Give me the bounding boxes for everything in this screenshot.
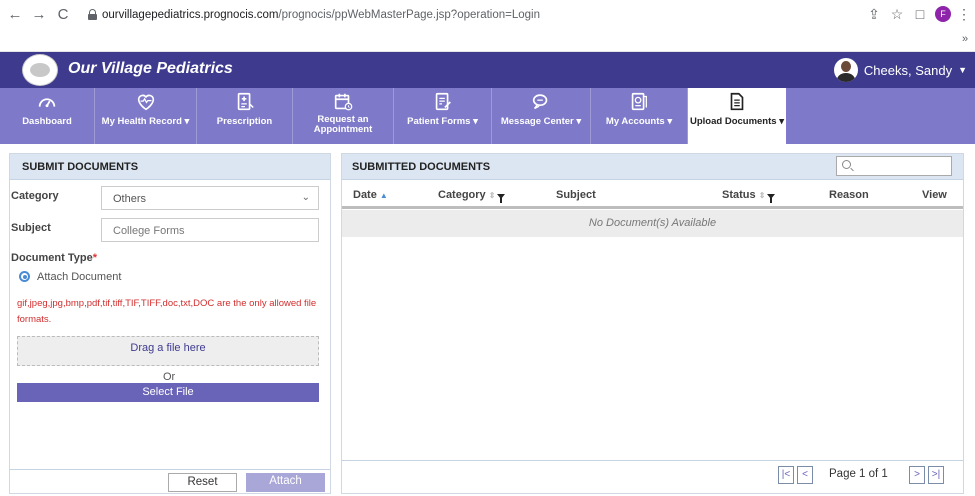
- form-footer-divider: [10, 469, 330, 470]
- empty-table-message: No Document(s) Available: [342, 210, 963, 237]
- upload-document-icon: [730, 92, 744, 111]
- nav-upload-documents[interactable]: Upload Documents ▾: [688, 88, 786, 144]
- nav-my-health-record[interactable]: My Health Record ▾: [95, 88, 197, 144]
- nav-message-center[interactable]: Message Center ▾: [492, 88, 591, 144]
- bookmarks-overflow-icon[interactable]: »: [962, 33, 968, 45]
- page-indicator: Page 1 of 1: [829, 468, 888, 480]
- forward-icon[interactable]: →: [31, 6, 47, 24]
- share-icon[interactable]: ⇪: [865, 5, 883, 23]
- sort-icon: ⇕: [488, 191, 496, 200]
- avatar: [833, 58, 858, 82]
- category-label: Category: [11, 190, 59, 202]
- app-header: Our Village Pediatrics Cheeks, Sandy ▼: [0, 52, 975, 88]
- gauge-icon: [38, 98, 56, 108]
- search-icon: [842, 160, 851, 169]
- practice-name: Our Village Pediatrics: [68, 60, 233, 77]
- user-name: Cheeks, Sandy: [863, 62, 953, 78]
- column-category[interactable]: Category ⇕: [438, 189, 506, 203]
- attach-document-label[interactable]: Attach Document: [37, 271, 121, 283]
- search-input[interactable]: [836, 156, 952, 176]
- chevron-down-icon: ▼: [958, 65, 967, 75]
- filter-icon[interactable]: [497, 194, 506, 203]
- profile-icon[interactable]: F: [935, 6, 951, 22]
- nav-dashboard[interactable]: Dashboard: [0, 88, 95, 144]
- main-nav: Dashboard My Health Record ▾ Prescriptio…: [0, 88, 975, 144]
- chevron-down-icon: ⌄: [301, 192, 310, 203]
- browser-toolbar: ← → C ourvillagepediatrics.prognocis.com…: [0, 0, 975, 52]
- nav-request-appointment[interactable]: Request an Appointment: [293, 88, 394, 144]
- prescription-icon: [237, 92, 254, 111]
- submitted-documents-title: SUBMITTED DOCUMENTS: [352, 161, 491, 173]
- attach-document-radio[interactable]: [19, 271, 30, 282]
- sort-icon: ⇕: [758, 191, 766, 200]
- user-menu[interactable]: Cheeks, Sandy ▼: [833, 56, 967, 84]
- sort-ascending-icon: ▲: [379, 191, 388, 200]
- chrome-menu-icon[interactable]: ⋮: [955, 5, 973, 23]
- next-page-icon[interactable]: >: [909, 466, 925, 484]
- column-reason[interactable]: Reason: [829, 189, 869, 201]
- table-header-rule: [342, 206, 963, 209]
- bookmark-star-icon[interactable]: ☆: [888, 5, 906, 23]
- last-page-icon[interactable]: >|: [928, 466, 944, 484]
- column-status[interactable]: Status ⇕: [722, 189, 776, 203]
- chat-icon: [532, 94, 548, 110]
- back-icon[interactable]: ←: [7, 6, 23, 24]
- appointment-label-line2: Appointment: [313, 124, 373, 135]
- filter-icon[interactable]: [767, 194, 776, 203]
- file-dropzone[interactable]: Drag a file here: [17, 336, 319, 366]
- nav-prescription[interactable]: Prescription: [197, 88, 293, 144]
- pager-divider: [342, 460, 963, 461]
- accounts-icon: [631, 92, 647, 111]
- reload-icon[interactable]: C: [55, 6, 71, 24]
- reset-button[interactable]: Reset: [168, 473, 237, 492]
- or-separator: Or: [163, 371, 176, 383]
- column-view[interactable]: View: [922, 189, 947, 201]
- column-date[interactable]: Date ▲: [353, 189, 388, 201]
- subject-label: Subject: [11, 222, 51, 234]
- heart-icon: [137, 94, 154, 111]
- submit-documents-title: SUBMIT DOCUMENTS: [10, 154, 330, 180]
- attach-button[interactable]: Attach: [246, 473, 325, 492]
- calendar-icon: [334, 93, 353, 111]
- document-type-label: Document Type*: [11, 252, 97, 264]
- address-bar[interactable]: ourvillagepediatrics.prognocis.com/progn…: [80, 6, 820, 26]
- submitted-documents-panel: SUBMITTED DOCUMENTS Date ▲ Category ⇕ Su…: [341, 153, 964, 494]
- first-page-icon[interactable]: |<: [778, 466, 794, 484]
- side-panel-icon[interactable]: □: [911, 5, 929, 23]
- allowed-formats-note: gif,jpeg,jpg,bmp,pdf,tif,tiff,TIF,TIFF,d…: [17, 298, 317, 325]
- select-file-button[interactable]: Select File: [17, 383, 319, 402]
- subject-placeholder: College Forms: [113, 225, 185, 237]
- previous-page-icon[interactable]: <: [797, 466, 813, 484]
- column-subject[interactable]: Subject: [556, 189, 596, 201]
- lock-icon: [88, 9, 97, 20]
- nav-patient-forms[interactable]: Patient Forms ▾: [394, 88, 492, 144]
- category-select[interactable]: Others ⌄: [101, 186, 319, 210]
- nav-my-accounts[interactable]: My Accounts ▾: [591, 88, 688, 144]
- url-text: ourvillagepediatrics.prognocis.com/progn…: [102, 9, 541, 21]
- submitted-documents-header: SUBMITTED DOCUMENTS: [342, 154, 963, 180]
- practice-logo: [22, 54, 58, 86]
- subject-input[interactable]: College Forms: [101, 218, 319, 242]
- form-icon: [435, 92, 451, 111]
- required-marker: *: [92, 252, 97, 264]
